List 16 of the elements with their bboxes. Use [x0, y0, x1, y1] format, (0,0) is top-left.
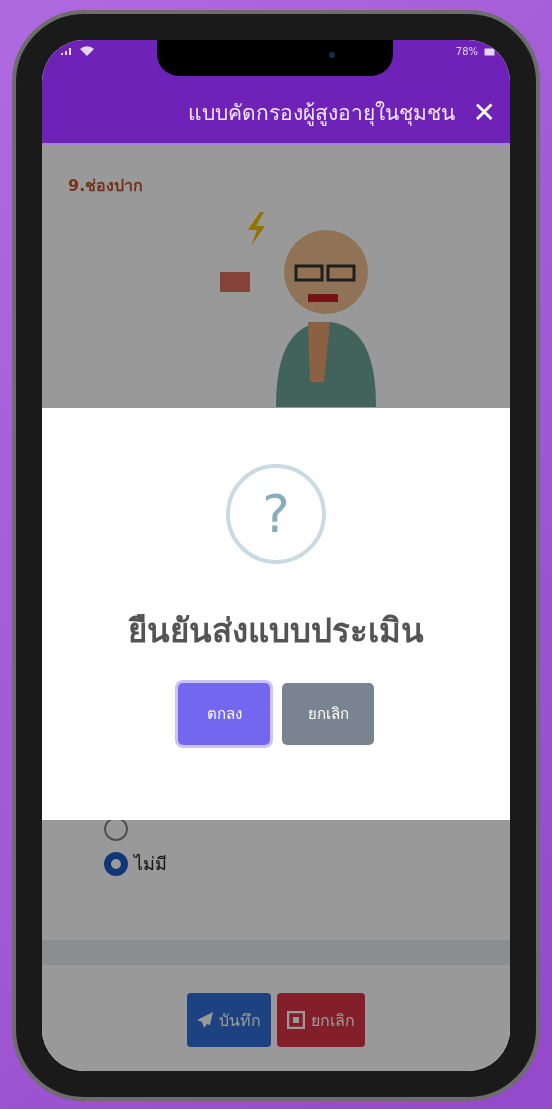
cancel-button[interactable]: ยกเลิก	[277, 993, 365, 1047]
send-icon	[197, 1012, 213, 1028]
radio-button[interactable]	[104, 851, 128, 876]
confirm-button[interactable]: ตกลง	[178, 683, 270, 745]
dialog-title: ยืนยันส่งแบบประเมิน	[128, 610, 424, 652]
option-label: ไม่มี	[134, 852, 167, 876]
signal-icon	[60, 46, 74, 56]
header-title: แบบคัดกรองผู้สูงอายุในชุมชน	[187, 100, 455, 128]
save-button[interactable]: บันทึก	[187, 993, 271, 1047]
wifi-icon	[80, 46, 94, 56]
cancel-button[interactable]: ยกเลิก	[282, 683, 374, 745]
question-title: 9.ช่องปาก	[68, 175, 144, 197]
battery-icon	[484, 47, 496, 56]
question-mark-icon: ?	[226, 464, 326, 564]
close-button[interactable]: ✕	[472, 98, 496, 127]
battery-percent: 78%	[455, 46, 478, 57]
